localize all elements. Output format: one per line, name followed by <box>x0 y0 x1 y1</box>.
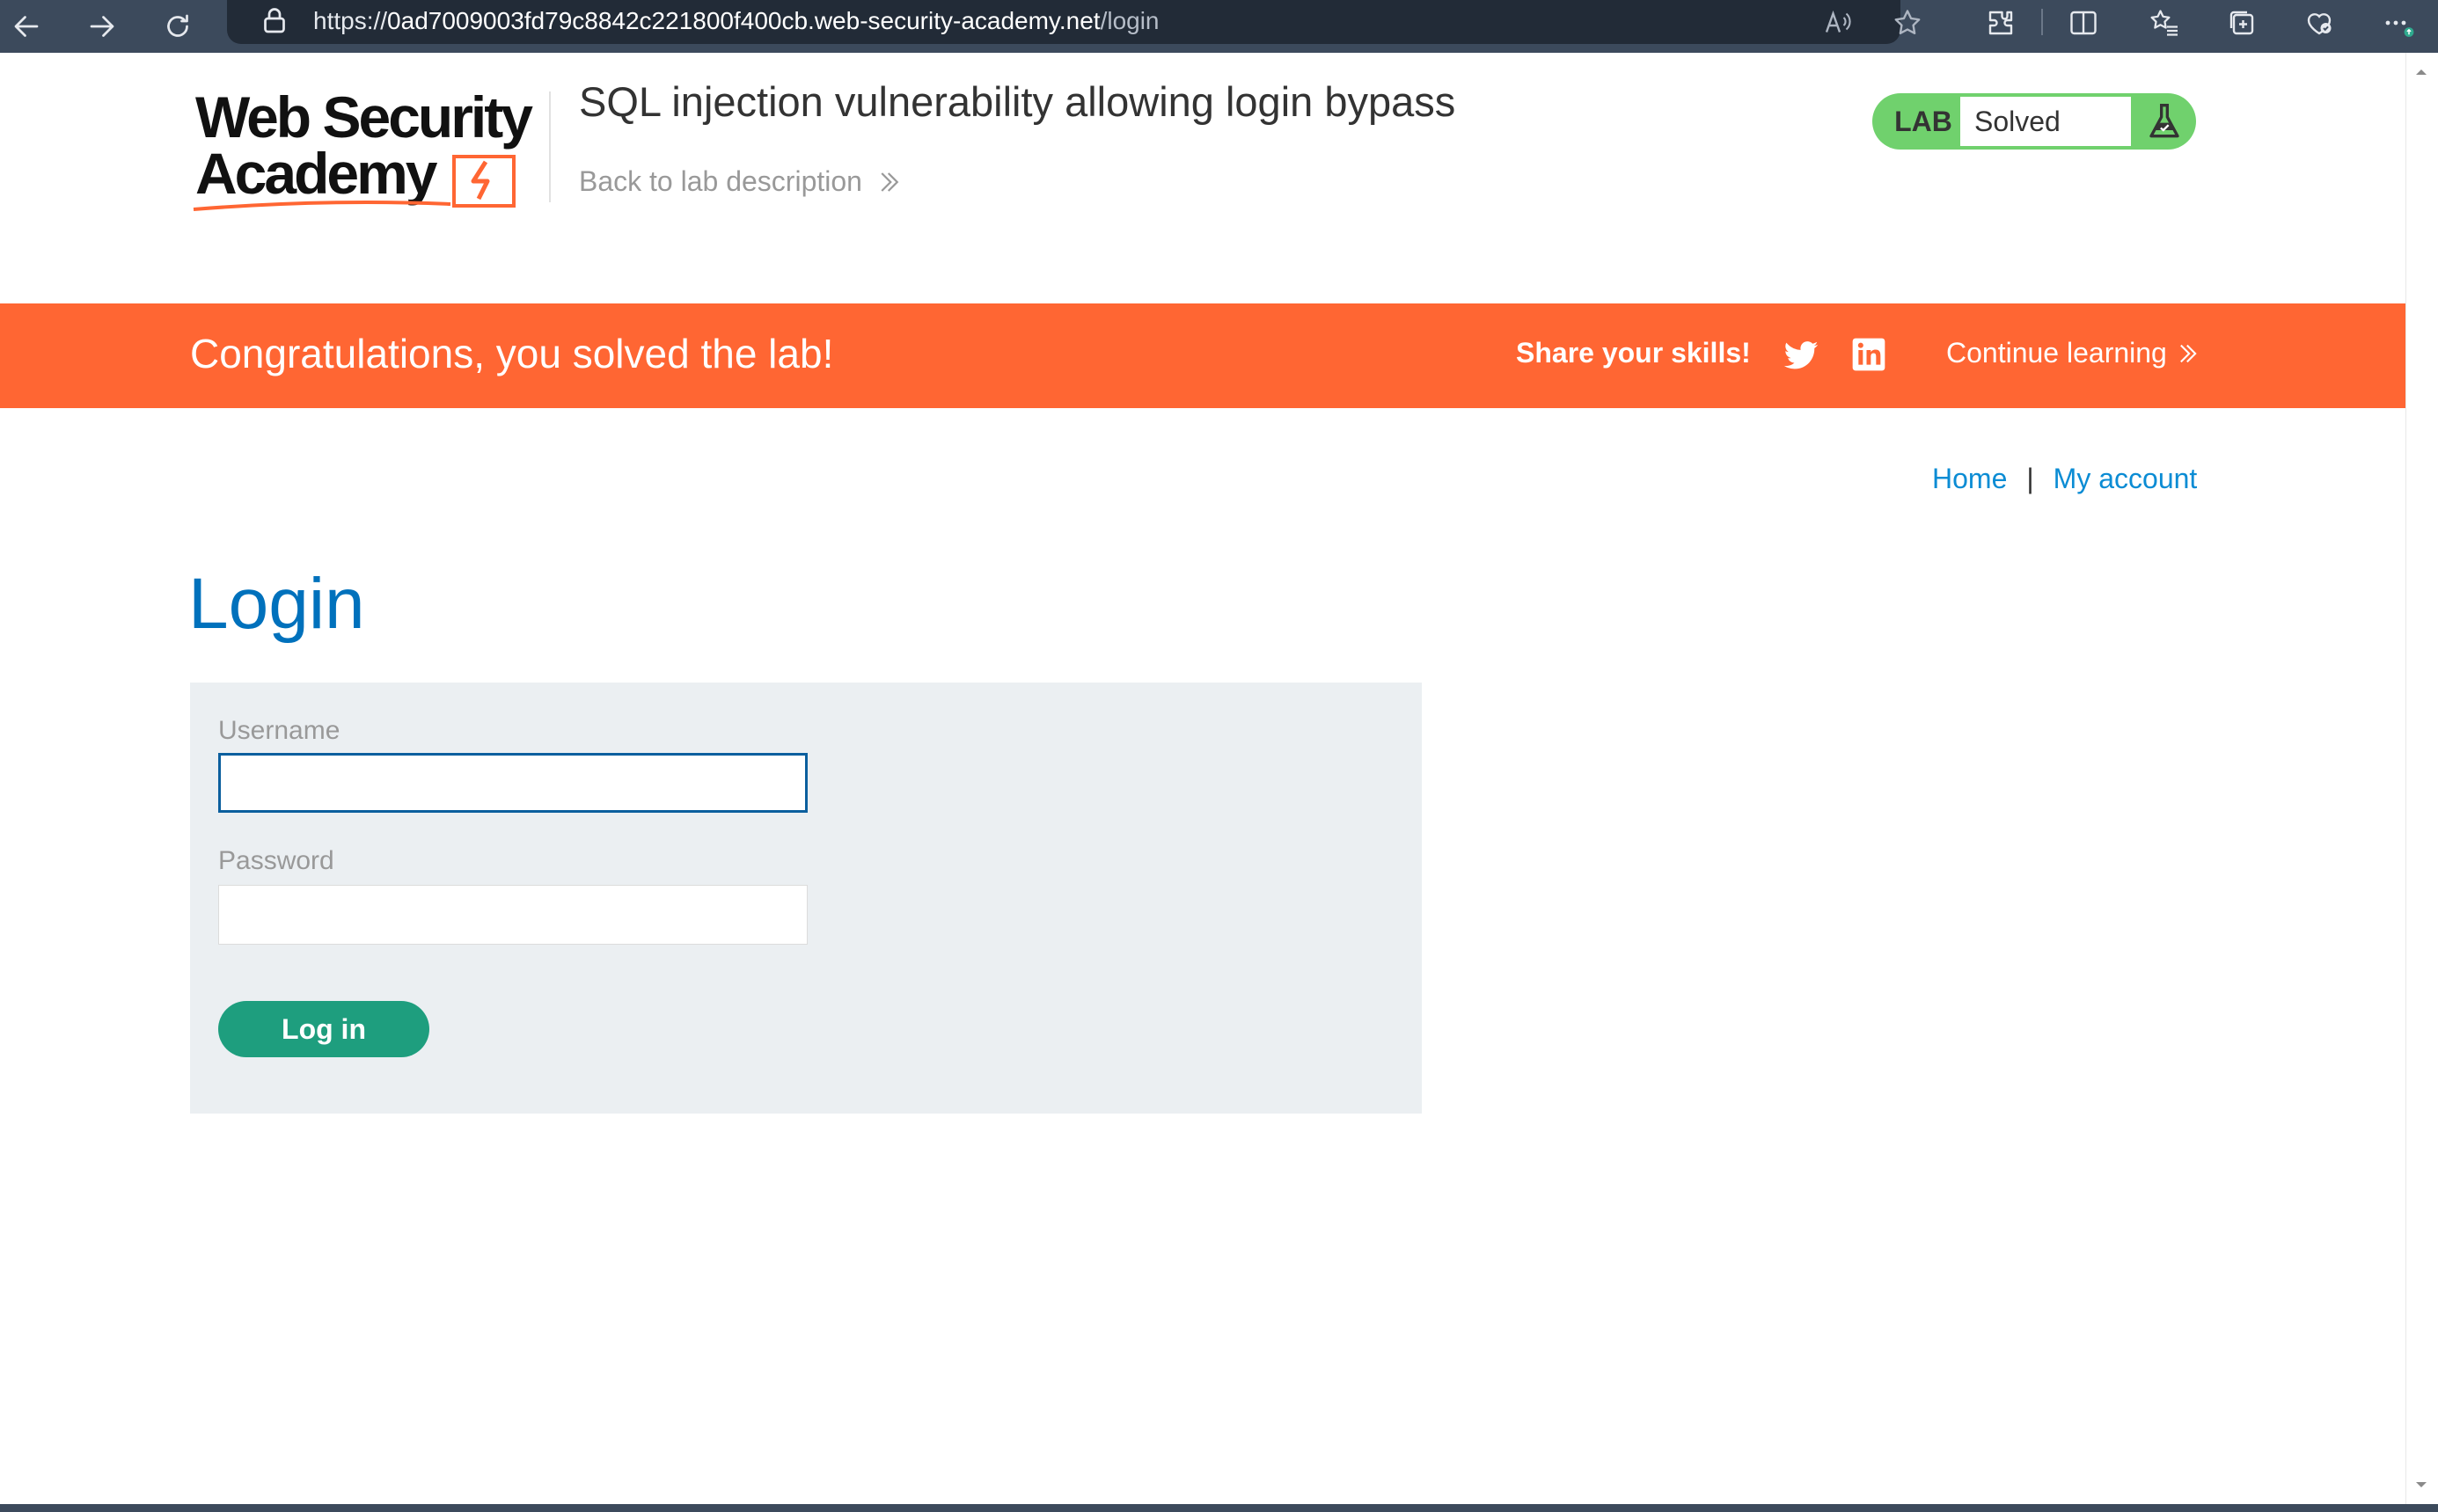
scroll-up-icon[interactable] <box>2411 62 2432 83</box>
collections-button[interactable] <box>2224 5 2259 40</box>
back-to-lab-description-link[interactable]: Back to lab description <box>579 165 903 198</box>
favorites-list-button[interactable] <box>2147 5 2182 40</box>
read-aloud-icon <box>1825 10 1851 33</box>
favorite-button[interactable] <box>1890 5 1925 40</box>
window-bottom-edge <box>0 1504 2438 1512</box>
lab-status-text: Solved <box>1960 97 2131 146</box>
scroll-down-icon[interactable] <box>2411 1474 2432 1495</box>
flask-icon <box>2149 104 2179 138</box>
password-label: Password <box>218 846 334 875</box>
read-aloud-button[interactable] <box>1819 5 1855 40</box>
split-screen-button[interactable] <box>2066 5 2101 40</box>
lab-badge-label: LAB <box>1894 106 1952 137</box>
more-options-button[interactable] <box>2381 5 2416 40</box>
lab-title: SQL injection vulnerability allowing log… <box>579 78 1456 125</box>
linkedin-icon[interactable] <box>1851 337 1886 372</box>
password-input[interactable] <box>218 885 808 945</box>
forward-arrow-icon <box>90 16 114 37</box>
split-screen-icon <box>2070 11 2097 35</box>
url-host: 0ad7009003fd79c8842c221800f400cb.web-sec… <box>387 7 1101 34</box>
congratulations-message: Congratulations, you solved the lab! <box>190 331 834 376</box>
collections-icon <box>2229 11 2254 35</box>
toolbar-separator <box>2041 9 2043 35</box>
back-link-label: Back to lab description <box>579 165 862 197</box>
web-security-academy-logo[interactable]: Web Security Academy <box>185 86 554 218</box>
extensions-icon <box>1988 11 2013 35</box>
solved-banner: Congratulations, you solved the lab! Sha… <box>0 303 2405 408</box>
back-button[interactable] <box>0 0 53 53</box>
chevron-double-right-icon <box>2179 344 2197 362</box>
login-button[interactable]: Log in <box>218 1001 429 1057</box>
nav-separator: | <box>2026 462 2034 494</box>
page-title: Login <box>188 564 365 644</box>
logo-divider <box>549 91 551 202</box>
forward-button[interactable] <box>76 0 128 53</box>
lock-icon[interactable] <box>259 5 290 37</box>
username-input[interactable] <box>218 753 808 813</box>
browser-essentials-icon <box>2307 13 2332 35</box>
share-skills-label: Share your skills! <box>1516 337 1751 369</box>
url-path: /login <box>1100 7 1160 34</box>
back-arrow-icon <box>14 16 39 37</box>
username-label: Username <box>218 716 340 745</box>
url-prefix: https:// <box>313 7 388 34</box>
my-account-link[interactable]: My account <box>2054 463 2198 495</box>
favorites-list-icon <box>2150 10 2178 36</box>
chevron-double-right-icon <box>881 172 899 192</box>
more-options-icon <box>2385 20 2414 37</box>
vertical-scrollbar[interactable] <box>2405 53 2438 1504</box>
top-navigation: Home | My account <box>1932 461 2197 496</box>
refresh-icon <box>167 14 188 37</box>
home-link[interactable]: Home <box>1932 463 2007 495</box>
url-text[interactable]: https://0ad7009003fd79c8842c221800f400cb… <box>313 5 1160 37</box>
extensions-button[interactable] <box>1983 5 2018 40</box>
lab-status-badge: LAB Solved <box>1872 93 2196 150</box>
browser-toolbar: https://0ad7009003fd79c8842c221800f400cb… <box>0 0 2438 53</box>
logo-text-line2: Academy <box>195 141 438 206</box>
browser-essentials-button[interactable] <box>2302 5 2337 40</box>
favorite-star-icon <box>1894 10 1921 35</box>
twitter-icon[interactable] <box>1783 337 1819 374</box>
continue-learning-label: Continue learning <box>1946 337 2167 369</box>
login-form: Username Password Log in <box>190 683 1422 1114</box>
refresh-button[interactable] <box>151 0 204 53</box>
continue-learning-link[interactable]: Continue learning <box>1946 337 2200 369</box>
